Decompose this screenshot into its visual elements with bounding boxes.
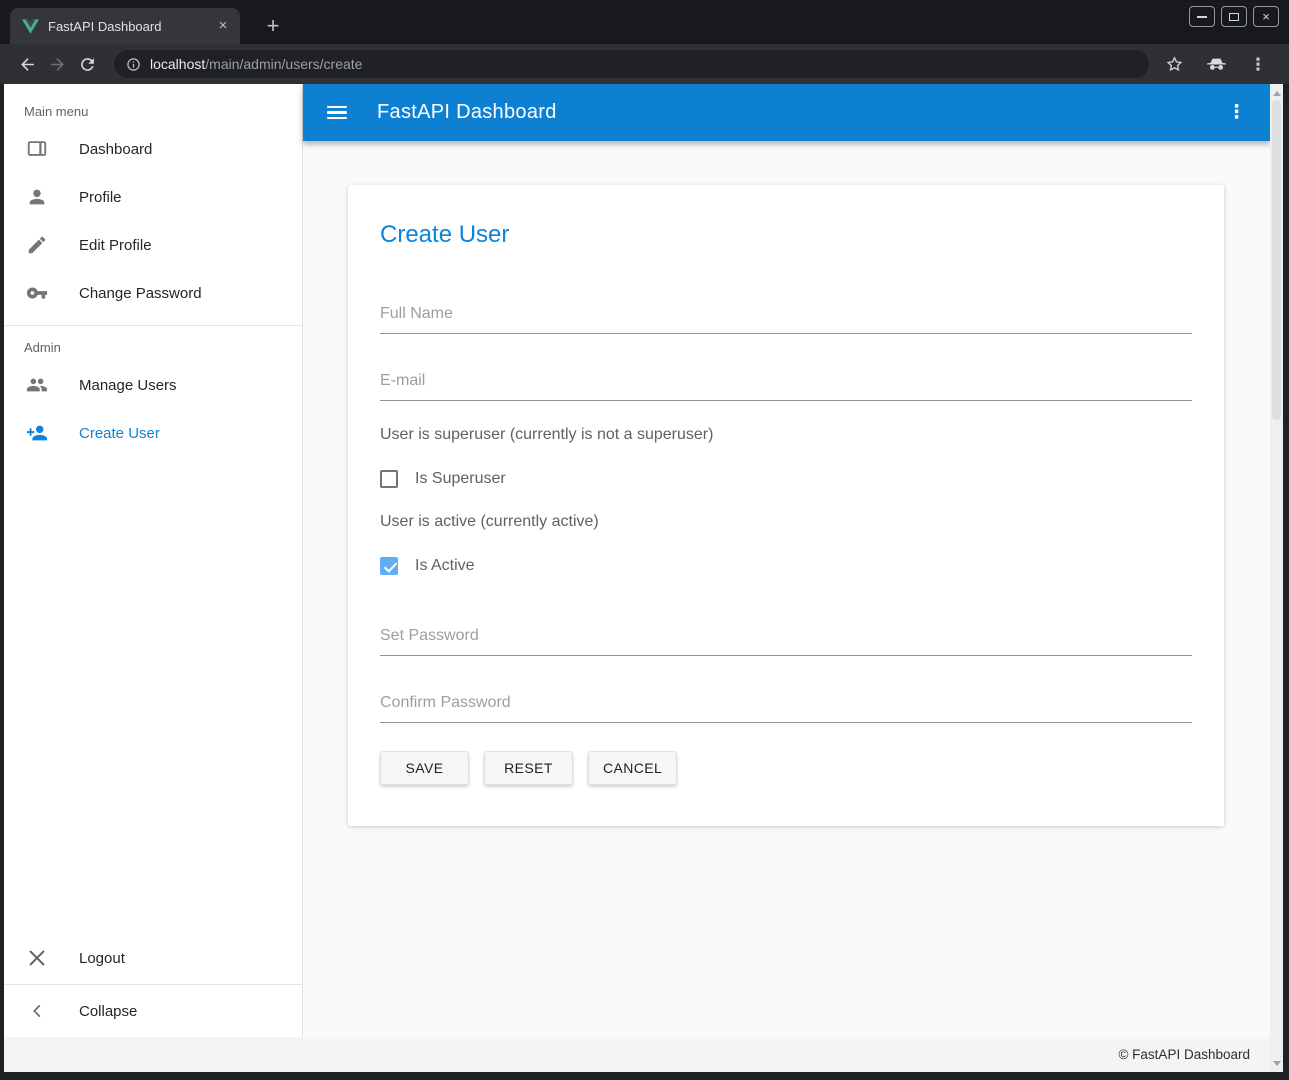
sidebar-section-main-menu: Main menu (24, 104, 302, 119)
app-header: FastAPI Dashboard ⋮ (303, 84, 1270, 141)
star-icon (1165, 55, 1184, 74)
new-tab-button[interactable]: + (260, 15, 286, 37)
back-arrow-icon (18, 55, 37, 74)
sidebar-item-change-password[interactable]: Change Password (4, 269, 302, 317)
sidebar-divider (4, 984, 302, 985)
is-active-checkbox-row[interactable]: Is Active (380, 557, 1192, 575)
save-button[interactable]: SAVE (380, 751, 469, 785)
forward-arrow-icon (48, 55, 67, 74)
tab-title: FastAPI Dashboard (48, 19, 205, 34)
reset-button[interactable]: RESET (484, 751, 573, 785)
minimize-icon (1197, 16, 1207, 18)
person-icon (26, 186, 48, 208)
browser-tab[interactable]: FastAPI Dashboard × (10, 8, 240, 44)
main-content: Create User User is superuser (currently… (303, 141, 1270, 1037)
sidebar-toggle-button[interactable] (327, 106, 347, 120)
sidebar-item-label: Collapse (79, 1003, 137, 1020)
copyright-text: © FastAPI Dashboard (1118, 1047, 1250, 1062)
cancel-button[interactable]: CANCEL (588, 751, 677, 785)
full-name-field (380, 301, 1192, 334)
window-minimize-button[interactable] (1189, 6, 1215, 27)
address-bar[interactable]: localhost/main/admin/users/create (114, 50, 1149, 78)
page-scrollbar[interactable] (1270, 84, 1283, 1072)
hamburger-icon (327, 106, 347, 108)
browser-tab-strip: FastAPI Dashboard × + × (0, 0, 1289, 44)
group-icon (26, 374, 48, 396)
sidebar-item-manage-users[interactable]: Manage Users (4, 361, 302, 409)
url-text: localhost/main/admin/users/create (150, 56, 362, 72)
scroll-down-arrow-icon (1273, 1061, 1281, 1066)
sidebar-item-label: Create User (79, 425, 160, 442)
reload-icon (78, 55, 97, 74)
confirm-password-input[interactable] (380, 690, 1192, 723)
checkbox-unchecked-icon[interactable] (380, 470, 398, 488)
forward-button[interactable] (42, 49, 72, 79)
scroll-up-button[interactable] (1270, 86, 1283, 100)
sidebar-item-collapse[interactable]: Collapse (4, 987, 302, 1035)
is-superuser-checkbox-row[interactable]: Is Superuser (380, 470, 1192, 488)
scrollbar-thumb[interactable] (1272, 100, 1281, 420)
sidebar-item-profile[interactable]: Profile (4, 173, 302, 221)
close-x-icon (26, 947, 48, 969)
sidebar-item-label: Profile (79, 189, 122, 206)
browser-menu-button[interactable]: ⋮ (1245, 49, 1271, 79)
sidebar-item-label: Manage Users (79, 377, 177, 394)
url-host: localhost (150, 56, 205, 72)
app-title: FastAPI Dashboard (377, 101, 557, 124)
scroll-up-arrow-icon (1273, 91, 1281, 96)
create-user-card: Create User User is superuser (currently… (348, 185, 1224, 826)
sidebar-item-logout[interactable]: Logout (4, 934, 302, 982)
window-controls: × (1189, 6, 1279, 27)
sidebar-item-label: Logout (79, 950, 125, 967)
info-icon[interactable] (126, 57, 141, 72)
pencil-icon (26, 234, 48, 256)
incognito-indicator (1203, 49, 1229, 79)
sidebar-item-label: Edit Profile (79, 237, 152, 254)
active-hint: User is active (currently active) (380, 513, 1192, 531)
sidebar-item-create-user[interactable]: Create User (4, 409, 302, 457)
reload-button[interactable] (72, 49, 102, 79)
checkbox-checked-icon[interactable] (380, 557, 398, 575)
form-buttons: SAVE RESET CANCEL (380, 751, 1192, 785)
tab-close-icon[interactable]: × (214, 17, 232, 35)
chevron-left-icon (26, 1000, 48, 1022)
email-field (380, 368, 1192, 401)
superuser-hint: User is superuser (currently is not a su… (380, 426, 1192, 444)
set-password-input[interactable] (380, 623, 1192, 656)
confirm-password-field (380, 690, 1192, 723)
sidebar-divider (4, 325, 302, 326)
is-superuser-label: Is Superuser (415, 470, 506, 488)
sidebar-item-label: Dashboard (79, 141, 152, 158)
browser-toolbar: localhost/main/admin/users/create ⋮ (0, 44, 1289, 84)
window-maximize-button[interactable] (1221, 6, 1247, 27)
maximize-icon (1229, 13, 1239, 21)
page-footer: © FastAPI Dashboard (4, 1037, 1270, 1072)
sidebar-item-label: Change Password (79, 285, 202, 302)
url-path: /main/admin/users/create (205, 56, 362, 72)
incognito-icon (1207, 55, 1226, 74)
sidebar-bottom: Logout Collapse (4, 934, 302, 1037)
set-password-field (380, 623, 1192, 656)
is-active-label: Is Active (415, 557, 475, 575)
dashboard-icon (26, 138, 48, 160)
key-icon (26, 282, 48, 304)
email-input[interactable] (380, 368, 1192, 401)
page-viewport: Main menu Dashboard Profile Edit Profile (4, 84, 1283, 1072)
vue-logo-icon (22, 19, 39, 34)
bookmark-star-button[interactable] (1161, 49, 1187, 79)
page-title: Create User (380, 221, 1192, 249)
back-button[interactable] (12, 49, 42, 79)
full-name-input[interactable] (380, 301, 1192, 334)
window-close-button[interactable]: × (1253, 6, 1279, 27)
sidebar-item-dashboard[interactable]: Dashboard (4, 125, 302, 173)
scroll-down-button[interactable] (1270, 1056, 1283, 1070)
sidebar: Main menu Dashboard Profile Edit Profile (4, 84, 303, 1037)
toolbar-right: ⋮ (1161, 49, 1271, 79)
sidebar-item-edit-profile[interactable]: Edit Profile (4, 221, 302, 269)
person-add-icon (26, 422, 48, 444)
app-menu-button[interactable]: ⋮ (1227, 101, 1246, 124)
sidebar-section-admin: Admin (24, 340, 302, 355)
